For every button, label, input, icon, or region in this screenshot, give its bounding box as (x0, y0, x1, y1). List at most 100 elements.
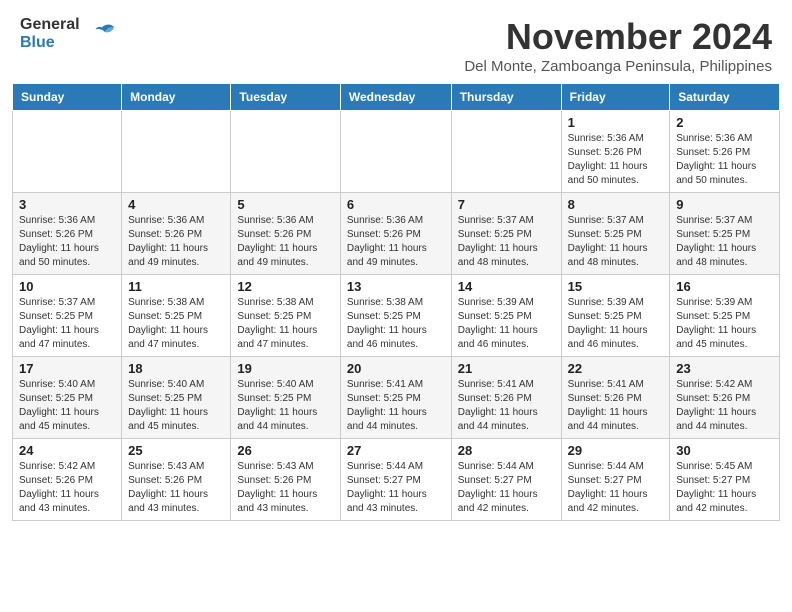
day-cell: 7 Sunrise: 5:37 AM Sunset: 5:25 PM Daylig… (451, 193, 561, 275)
day-cell: 2 Sunrise: 5:36 AM Sunset: 5:26 PM Daylig… (670, 111, 780, 193)
day-number: 3 (19, 197, 115, 212)
day-number: 13 (347, 279, 445, 294)
day-number: 1 (568, 115, 664, 130)
title-block: November 2024 Del Monte, Zamboanga Penin… (464, 16, 772, 75)
day-info: Sunrise: 5:43 AM Sunset: 5:26 PM Dayligh… (237, 460, 333, 516)
day-number: 12 (237, 279, 333, 294)
day-info: Sunrise: 5:40 AM Sunset: 5:25 PM Dayligh… (128, 378, 224, 434)
day-info: Sunrise: 5:44 AM Sunset: 5:27 PM Dayligh… (347, 460, 445, 516)
day-cell: 13Sunrise: 5:38 AM Sunset: 5:25 PM Dayli… (340, 275, 451, 357)
day-number: 19 (237, 361, 333, 376)
day-info: Sunrise: 5:39 AM Sunset: 5:25 PM Dayligh… (568, 296, 664, 352)
day-number: 24 (19, 443, 115, 458)
day-info: Sunrise: 5:37 AM Sunset: 5:25 PM Dayligh… (676, 214, 773, 270)
day-cell: 21 Sunrise: 5:41 AM Sunset: 5:26 PM Dayli… (451, 357, 561, 439)
day-cell: 26Sunrise: 5:43 AM Sunset: 5:26 PM Dayli… (231, 439, 340, 521)
day-number: 25 (128, 443, 224, 458)
day-cell: 6 Sunrise: 5:36 AM Sunset: 5:26 PM Daylig… (340, 193, 451, 275)
day-cell: 8Sunrise: 5:37 AM Sunset: 5:25 PM Daylig… (561, 193, 670, 275)
day-number: 2 (676, 115, 773, 130)
day-info: Sunrise: 5:36 AM Sunset: 5:26 PM Dayligh… (237, 214, 333, 270)
logo: General Blue (20, 16, 116, 51)
day-cell: 4Sunrise: 5:36 AM Sunset: 5:26 PM Daylig… (122, 193, 231, 275)
day-number: 5 (237, 197, 333, 212)
day-cell (231, 111, 340, 193)
day-cell: 10 Sunrise: 5:37 AM Sunset: 5:25 PM Dayli… (13, 275, 122, 357)
day-info: Sunrise: 5:42 AM Sunset: 5:26 PM Dayligh… (19, 460, 115, 516)
day-cell (451, 111, 561, 193)
day-info: Sunrise: 5:38 AM Sunset: 5:25 PM Dayligh… (237, 296, 333, 352)
day-cell (122, 111, 231, 193)
col-friday: Friday (561, 84, 670, 111)
day-cell: 29 Sunrise: 5:44 AM Sunset: 5:27 PM Dayli… (561, 439, 670, 521)
week-row-1: 1 Sunrise: 5:36 AM Sunset: 5:26 PM Daylig… (13, 111, 780, 193)
day-number: 29 (568, 443, 664, 458)
day-number: 8 (568, 197, 664, 212)
day-cell: 14 Sunrise: 5:39 AM Sunset: 5:25 PM Dayli… (451, 275, 561, 357)
day-info: Sunrise: 5:42 AM Sunset: 5:26 PM Dayligh… (676, 378, 773, 434)
logo-general-text: General (20, 16, 80, 34)
calendar: Sunday Monday Tuesday Wednesday Thursday… (0, 83, 792, 533)
day-number: 18 (128, 361, 224, 376)
month-title: November 2024 (464, 16, 772, 58)
day-number: 16 (676, 279, 773, 294)
day-cell: 17Sunrise: 5:40 AM Sunset: 5:25 PM Dayli… (13, 357, 122, 439)
day-info: Sunrise: 5:38 AM Sunset: 5:25 PM Dayligh… (128, 296, 224, 352)
day-info: Sunrise: 5:41 AM Sunset: 5:26 PM Dayligh… (568, 378, 664, 434)
day-number: 22 (568, 361, 664, 376)
col-saturday: Saturday (670, 84, 780, 111)
day-info: Sunrise: 5:44 AM Sunset: 5:27 PM Dayligh… (568, 460, 664, 516)
day-cell: 16 Sunrise: 5:39 AM Sunset: 5:25 PM Dayli… (670, 275, 780, 357)
day-cell: 30Sunrise: 5:45 AM Sunset: 5:27 PM Dayli… (670, 439, 780, 521)
header-row: Sunday Monday Tuesday Wednesday Thursday… (13, 84, 780, 111)
day-cell: 15 Sunrise: 5:39 AM Sunset: 5:25 PM Dayli… (561, 275, 670, 357)
day-number: 21 (458, 361, 555, 376)
day-info: Sunrise: 5:39 AM Sunset: 5:25 PM Dayligh… (676, 296, 773, 352)
logo-blue-text: Blue (20, 34, 55, 52)
col-monday: Monday (122, 84, 231, 111)
day-cell: 24 Sunrise: 5:42 AM Sunset: 5:26 PM Dayli… (13, 439, 122, 521)
col-sunday: Sunday (13, 84, 122, 111)
calendar-table: Sunday Monday Tuesday Wednesday Thursday… (12, 83, 780, 521)
day-cell: 25Sunrise: 5:43 AM Sunset: 5:26 PM Dayli… (122, 439, 231, 521)
day-number: 27 (347, 443, 445, 458)
day-number: 6 (347, 197, 445, 212)
day-info: Sunrise: 5:36 AM Sunset: 5:26 PM Dayligh… (19, 214, 115, 270)
day-info: Sunrise: 5:37 AM Sunset: 5:25 PM Dayligh… (458, 214, 555, 270)
day-cell: 22 Sunrise: 5:41 AM Sunset: 5:26 PM Dayli… (561, 357, 670, 439)
week-row-3: 10 Sunrise: 5:37 AM Sunset: 5:25 PM Dayli… (13, 275, 780, 357)
day-cell (340, 111, 451, 193)
day-cell: 19Sunrise: 5:40 AM Sunset: 5:25 PM Dayli… (231, 357, 340, 439)
day-number: 10 (19, 279, 115, 294)
col-tuesday: Tuesday (231, 84, 340, 111)
day-info: Sunrise: 5:36 AM Sunset: 5:26 PM Dayligh… (128, 214, 224, 270)
day-cell (13, 111, 122, 193)
day-info: Sunrise: 5:40 AM Sunset: 5:25 PM Dayligh… (19, 378, 115, 434)
day-info: Sunrise: 5:37 AM Sunset: 5:25 PM Dayligh… (19, 296, 115, 352)
day-info: Sunrise: 5:44 AM Sunset: 5:27 PM Dayligh… (458, 460, 555, 516)
day-info: Sunrise: 5:41 AM Sunset: 5:25 PM Dayligh… (347, 378, 445, 434)
logo-bird-icon (88, 20, 116, 48)
day-number: 9 (676, 197, 773, 212)
day-number: 14 (458, 279, 555, 294)
col-wednesday: Wednesday (340, 84, 451, 111)
location-subtitle: Del Monte, Zamboanga Peninsula, Philippi… (464, 58, 772, 75)
week-row-2: 3 Sunrise: 5:36 AM Sunset: 5:26 PM Daylig… (13, 193, 780, 275)
day-info: Sunrise: 5:41 AM Sunset: 5:26 PM Dayligh… (458, 378, 555, 434)
day-cell: 28 Sunrise: 5:44 AM Sunset: 5:27 PM Dayli… (451, 439, 561, 521)
day-cell: 12 Sunrise: 5:38 AM Sunset: 5:25 PM Dayli… (231, 275, 340, 357)
day-cell: 9 Sunrise: 5:37 AM Sunset: 5:25 PM Daylig… (670, 193, 780, 275)
col-thursday: Thursday (451, 84, 561, 111)
day-info: Sunrise: 5:36 AM Sunset: 5:26 PM Dayligh… (347, 214, 445, 270)
day-cell: 27 Sunrise: 5:44 AM Sunset: 5:27 PM Dayli… (340, 439, 451, 521)
day-number: 28 (458, 443, 555, 458)
day-cell: 11Sunrise: 5:38 AM Sunset: 5:25 PM Dayli… (122, 275, 231, 357)
day-number: 7 (458, 197, 555, 212)
day-info: Sunrise: 5:39 AM Sunset: 5:25 PM Dayligh… (458, 296, 555, 352)
day-number: 15 (568, 279, 664, 294)
day-info: Sunrise: 5:36 AM Sunset: 5:26 PM Dayligh… (676, 132, 773, 188)
day-info: Sunrise: 5:36 AM Sunset: 5:26 PM Dayligh… (568, 132, 664, 188)
day-cell: 23Sunrise: 5:42 AM Sunset: 5:26 PM Dayli… (670, 357, 780, 439)
day-cell: 5 Sunrise: 5:36 AM Sunset: 5:26 PM Daylig… (231, 193, 340, 275)
day-cell: 18 Sunrise: 5:40 AM Sunset: 5:25 PM Dayli… (122, 357, 231, 439)
